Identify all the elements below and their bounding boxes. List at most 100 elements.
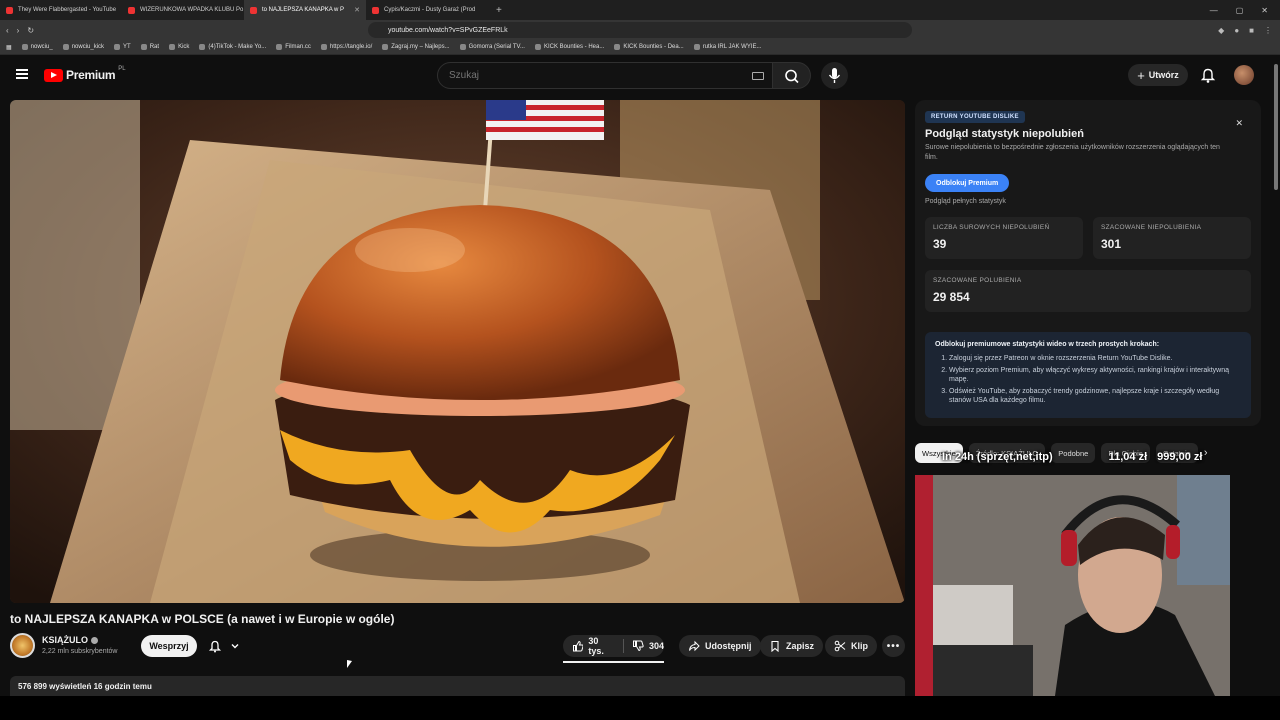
bookmark[interactable]: (4)TikTok - Make Yo... — [199, 44, 266, 50]
reload-icon[interactable]: ↻ — [27, 26, 34, 35]
bookmark[interactable]: nowciu_ — [21, 44, 53, 50]
stat-value: 39 — [933, 237, 947, 251]
unlock-premium-button[interactable]: Odblokuj Premium — [925, 174, 1010, 192]
stat-value: 29 854 — [933, 290, 970, 304]
forward-icon[interactable]: › — [17, 26, 20, 35]
stream-donation-overlay: In 24h (sprzęt,net,itp) 11,04 zł 999,00 … — [915, 447, 1261, 467]
bookmark[interactable]: Zagraj.my – Najleps... — [382, 44, 450, 50]
bookmark-favicon-icon — [459, 44, 466, 50]
support-button[interactable]: Wesprzyj — [141, 635, 197, 657]
scrollbar-thumb[interactable] — [1274, 64, 1278, 190]
dislike-count: 304 — [648, 641, 664, 651]
bookmark-label: KICK Bounties - Hea... — [543, 44, 605, 50]
bookmark[interactable]: Gomorra (Serial TV... — [459, 44, 525, 50]
page-scrollbar[interactable] — [1272, 56, 1280, 696]
step-item: Zaloguj się przez Patreon w oknie rozsze… — [949, 354, 1241, 363]
bookmark[interactable]: KICK Bounties - Hea... — [534, 44, 605, 50]
browser-tab[interactable]: WIZERUNKOWA WPADKA KLUBU Po — [122, 0, 244, 20]
overlay-label: In 24h (sprzęt,net,itp) — [942, 451, 1053, 463]
menu-icon[interactable]: ⋮ — [1264, 26, 1272, 35]
hamburger-menu-icon[interactable] — [16, 69, 28, 79]
rd-subtitle: Surowe niepolubienia to bezpośrednie zgł… — [925, 144, 1220, 161]
search-button[interactable] — [773, 62, 811, 89]
bookmark[interactable]: https://tangle.io/ — [320, 44, 372, 50]
bookmark-label: Gomorra (Serial TV... — [468, 44, 525, 50]
extension-icon[interactable]: ● — [1234, 26, 1239, 35]
channel-name[interactable]: KSIĄŻULO — [42, 635, 98, 645]
chevron-down-icon — [231, 644, 239, 649]
extension-icon[interactable]: ■ — [1249, 26, 1254, 35]
bookmark-favicon-icon — [276, 44, 283, 50]
search-box — [437, 62, 773, 89]
subscription-notifications-dropdown[interactable] — [203, 635, 247, 657]
back-icon[interactable]: ‹ — [6, 26, 9, 35]
maximize-icon[interactable]: ▢ — [1236, 6, 1244, 15]
bookmark[interactable]: Rat — [140, 44, 160, 50]
keyboard-icon[interactable] — [752, 72, 764, 80]
channel-avatar[interactable] — [10, 633, 35, 658]
voice-search-button[interactable] — [821, 62, 848, 89]
youtube-premium-logo[interactable]: Premium PL — [44, 66, 126, 82]
like-dislike-divider — [623, 639, 624, 653]
bookmark-favicon-icon — [140, 44, 147, 50]
share-icon — [689, 640, 700, 652]
address-bar-row: ‹ › ↻ youtube.com/watch?v=SPvGZEeFRLk ◆ … — [0, 20, 1280, 40]
bookmark-favicon-icon — [320, 44, 327, 50]
url-field[interactable]: youtube.com/watch?v=SPvGZEeFRLk — [368, 22, 912, 38]
browser-tab[interactable]: They Were Flabbergasted - YouTube — [0, 0, 122, 20]
thumbs-down-icon — [632, 640, 644, 652]
create-button[interactable]: + Utwórz — [1128, 64, 1188, 86]
bookmark[interactable]: YT — [114, 44, 131, 50]
subscriber-count: 2,22 mln subskrybentów — [42, 648, 118, 655]
youtube-favicon-icon — [250, 6, 257, 14]
dislike-button[interactable]: 304 — [632, 640, 664, 652]
like-button[interactable]: 30 tys. — [572, 636, 615, 656]
minimize-icon[interactable]: — — [1210, 6, 1218, 15]
account-avatar[interactable] — [1234, 65, 1254, 85]
search-icon — [785, 69, 799, 84]
rd-badge: RETURN YOUTUBE DISLIKE — [925, 111, 1025, 123]
tab-title: Cypis/Kaczmi - Dusty Garaż (Prod — [384, 7, 476, 13]
browser-tab[interactable]: Cypis/Kaczmi - Dusty Garaż (Prod — [366, 0, 488, 20]
share-button[interactable]: Udostępnij — [679, 635, 761, 657]
like-count: 30 tys. — [588, 636, 604, 656]
search-input[interactable] — [449, 70, 739, 81]
bookmark[interactable]: Kick — [169, 44, 189, 50]
streamer-webcam — [915, 475, 1230, 696]
bookmark-label: Rat — [149, 44, 160, 50]
bookmark[interactable]: rutka IRL JAK WYIE... — [693, 44, 762, 50]
close-tab-icon[interactable]: ✕ — [354, 6, 360, 14]
bookmark[interactable]: KICK Bounties - Dea... — [614, 44, 684, 50]
bell-icon — [1200, 68, 1216, 83]
clip-button[interactable]: Klip — [825, 635, 877, 657]
support-label: Wesprzyj — [149, 641, 189, 651]
bookmark-favicon-icon — [382, 44, 389, 50]
save-button[interactable]: Zapisz — [760, 635, 824, 657]
bookmark-favicon-icon — [114, 44, 121, 50]
notifications-button[interactable] — [1199, 66, 1217, 84]
apps-icon[interactable]: ▦ — [6, 44, 12, 51]
description-box[interactable]: 576 899 wyświetleń 16 godzin temu — [10, 676, 905, 696]
video-player[interactable] — [10, 100, 905, 603]
bookmark-favicon-icon — [693, 44, 700, 50]
bookmark[interactable]: nowciu_kick — [62, 44, 104, 50]
stat-raw-dislikes: LICZBA SUROWYCH NIEPOLUBIEŃ 39 — [925, 217, 1083, 259]
like-ratio-bar — [563, 661, 664, 663]
bookmark-label: Zagraj.my – Najleps... — [391, 44, 450, 50]
youtube-play-icon — [44, 68, 63, 82]
extension-icon[interactable]: ◆ — [1218, 26, 1224, 35]
bookmarks-bar: ▦ nowciu_ nowciu_kick YT Rat Kick (4)Tik… — [0, 40, 1280, 55]
scissors-icon — [834, 640, 846, 652]
close-window-icon[interactable]: ✕ — [1261, 6, 1268, 15]
create-label: Utwórz — [1148, 70, 1179, 80]
bookmark-favicon-icon — [21, 44, 28, 50]
tab-title: WIZERUNKOWA WPADKA KLUBU Po — [140, 7, 244, 13]
close-icon[interactable]: ✕ — [1235, 118, 1243, 129]
stat-estimated-dislikes: SZACOWANE NIEPOLUBIENIA 301 — [1093, 217, 1251, 259]
more-actions-button[interactable]: ••• — [882, 635, 905, 657]
youtube-favicon-icon — [128, 6, 135, 14]
browser-tab-active[interactable]: to NAJLEPSZA KANAPKA w P ✕ — [244, 0, 366, 20]
bottom-letterbox — [0, 696, 1280, 720]
bookmark[interactable]: Filman.cc — [276, 44, 311, 50]
new-tab-icon[interactable]: + — [488, 5, 510, 16]
